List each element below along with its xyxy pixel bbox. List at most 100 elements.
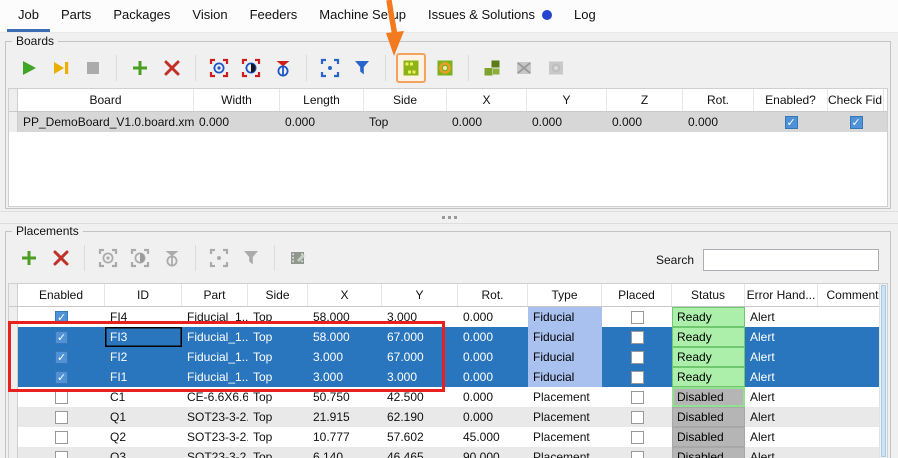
column-header-x[interactable]: X — [447, 89, 527, 111]
cell-enabled[interactable] — [18, 347, 105, 367]
cell-rot[interactable]: 45.000 — [458, 427, 528, 447]
cell-x[interactable]: 58.000 — [308, 307, 382, 327]
remove-placement-icon[interactable] — [51, 248, 71, 268]
tab-parts[interactable]: Parts — [50, 0, 102, 32]
cell-type[interactable]: Fiducial — [528, 347, 602, 367]
cell-part[interactable]: Fiducial_1... — [182, 327, 248, 347]
column-header-status[interactable]: Status — [672, 284, 745, 306]
column-header-side[interactable]: Side — [248, 284, 308, 306]
cell-error[interactable]: Alert — [745, 447, 818, 458]
cell-type[interactable]: Fiducial — [528, 327, 602, 347]
cell-comments[interactable] — [818, 327, 888, 347]
capture-camera-location-icon[interactable] — [209, 58, 229, 78]
fiducial-check-icon[interactable] — [435, 58, 455, 78]
unchecked-checkbox[interactable] — [631, 431, 644, 444]
cell-enabled[interactable] — [18, 407, 105, 427]
cell-board[interactable]: PP_DemoBoard_V1.0.board.xml — [18, 112, 194, 132]
column-header-side[interactable]: Side — [364, 89, 447, 111]
cell-part[interactable]: SOT23-3-2... — [182, 407, 248, 427]
checked-checkbox[interactable] — [55, 351, 68, 364]
add-board-icon[interactable] — [130, 58, 150, 78]
column-header-rot[interactable]: Rot. — [458, 284, 528, 306]
tab-feeders[interactable]: Feeders — [239, 0, 309, 32]
cell-status[interactable]: Disabled — [672, 447, 745, 458]
cell-part[interactable]: SOT23-3-2... — [182, 427, 248, 447]
cell-comments[interactable] — [818, 367, 888, 387]
cell-x[interactable]: 0.000 — [447, 112, 527, 132]
cell-rot[interactable]: 0.000 — [458, 387, 528, 407]
cell-placed[interactable] — [602, 447, 672, 458]
column-header-x[interactable]: X — [308, 284, 382, 306]
checked-checkbox[interactable] — [785, 116, 798, 129]
cell-status[interactable]: Disabled — [672, 407, 745, 427]
unchecked-checkbox[interactable] — [631, 351, 644, 364]
cell-side[interactable]: Top — [248, 407, 308, 427]
unchecked-checkbox[interactable] — [631, 391, 644, 404]
cell-y[interactable]: 67.000 — [382, 327, 458, 347]
column-header-placed[interactable]: Placed — [602, 284, 672, 306]
cell-y[interactable]: 67.000 — [382, 347, 458, 367]
table-row[interactable]: FI2Fiducial_1...Top3.00067.0000.000Fiduc… — [9, 347, 887, 367]
checked-checkbox[interactable] — [55, 371, 68, 384]
cell-error[interactable]: Alert — [745, 307, 818, 327]
cell-side[interactable]: Top — [248, 387, 308, 407]
cell-rot[interactable]: 0.000 — [458, 407, 528, 427]
cell-side[interactable]: Top — [248, 347, 308, 367]
cell-y[interactable]: 42.500 — [382, 387, 458, 407]
cell-error[interactable]: Alert — [745, 387, 818, 407]
cell-x[interactable]: 6.140 — [308, 447, 382, 458]
cell-rot[interactable]: 0.000 — [683, 112, 754, 132]
position-camera-icon[interactable] — [320, 58, 340, 78]
cell-x[interactable]: 50.750 — [308, 387, 382, 407]
cell-rot[interactable]: 90.000 — [458, 447, 528, 458]
column-header-width[interactable]: Width — [194, 89, 280, 111]
cell-placed[interactable] — [602, 347, 672, 367]
step-job-icon[interactable] — [51, 58, 71, 78]
column-header-board[interactable]: Board — [18, 89, 194, 111]
cell-side[interactable]: Top — [248, 447, 308, 458]
cell-comments[interactable] — [818, 447, 888, 458]
cell-status[interactable]: Ready — [672, 307, 745, 327]
unchecked-checkbox[interactable] — [631, 411, 644, 424]
checked-checkbox[interactable] — [55, 331, 68, 344]
cell-status[interactable]: Ready — [672, 367, 745, 387]
capture-pin-location-icon[interactable] — [273, 58, 293, 78]
cell-id[interactable]: FI4 — [105, 307, 182, 327]
cell-width[interactable]: 0.000 — [194, 112, 280, 132]
cell-error[interactable]: Alert — [745, 407, 818, 427]
cell-side[interactable]: Top — [248, 307, 308, 327]
column-header-length[interactable]: Length — [280, 89, 364, 111]
column-header-enabled[interactable]: Enabled — [18, 284, 105, 306]
cell-check_fid[interactable] — [828, 112, 884, 132]
cell-part[interactable]: SOT23-3-2... — [182, 447, 248, 458]
cell-x[interactable]: 10.777 — [308, 427, 382, 447]
tab-job[interactable]: Job — [7, 0, 50, 32]
add-placement-icon[interactable] — [19, 248, 39, 268]
tab-issues-solutions[interactable]: Issues & Solutions — [417, 0, 563, 32]
tab-log[interactable]: Log — [563, 0, 607, 32]
unchecked-checkbox[interactable] — [55, 431, 68, 444]
scrollbar-thumb[interactable] — [881, 285, 886, 457]
start-job-icon[interactable] — [19, 58, 39, 78]
cell-x[interactable]: 3.000 — [308, 367, 382, 387]
cell-part[interactable]: Fiducial_1... — [182, 367, 248, 387]
cell-part[interactable]: Fiducial_1... — [182, 307, 248, 327]
cell-error[interactable]: Alert — [745, 327, 818, 347]
cell-enabled[interactable] — [18, 307, 105, 327]
cell-rot[interactable]: 0.000 — [458, 347, 528, 367]
cell-id[interactable]: C1 — [105, 387, 182, 407]
cell-z[interactable]: 0.000 — [607, 112, 683, 132]
cell-placed[interactable] — [602, 387, 672, 407]
unchecked-checkbox[interactable] — [631, 451, 644, 458]
cell-id[interactable]: Q3 — [105, 447, 182, 458]
locate-board-icon[interactable] — [396, 53, 426, 83]
cell-status[interactable]: Ready — [672, 347, 745, 367]
cell-placed[interactable] — [602, 367, 672, 387]
column-header-part[interactable]: Part — [182, 284, 248, 306]
table-row[interactable]: PP_DemoBoard_V1.0.board.xml0.0000.000Top… — [9, 112, 887, 132]
cell-x[interactable]: 21.915 — [308, 407, 382, 427]
cell-type[interactable]: Placement — [528, 407, 602, 427]
splitter-handle[interactable] — [0, 211, 898, 224]
cell-x[interactable]: 58.000 — [308, 327, 382, 347]
cell-type[interactable]: Placement — [528, 447, 602, 458]
